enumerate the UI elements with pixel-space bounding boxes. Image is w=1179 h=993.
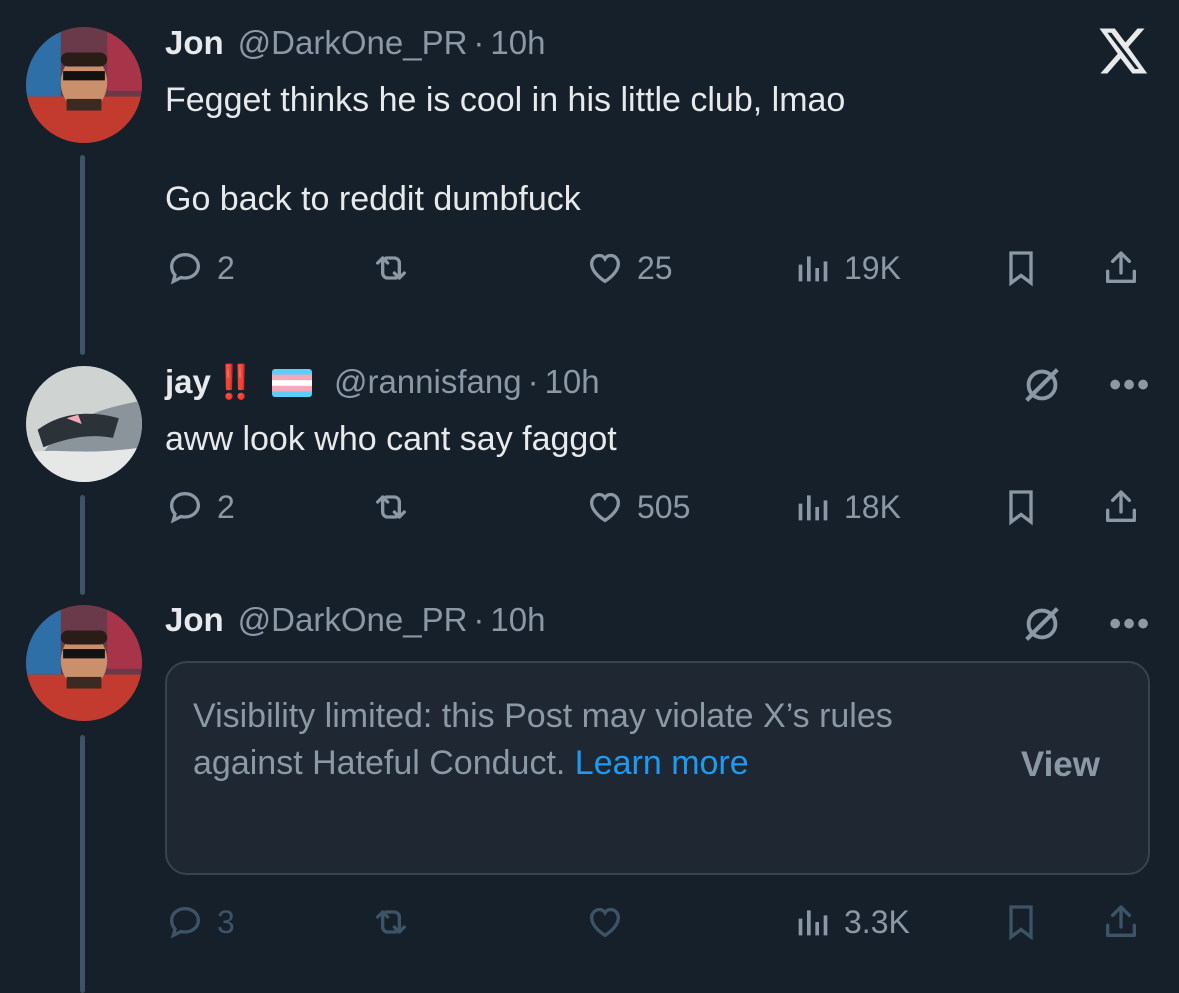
share-button[interactable] bbox=[1101, 487, 1141, 527]
views-count: 19K bbox=[844, 249, 901, 286]
bookmark-icon bbox=[1009, 251, 1033, 287]
post-header: jay ‼️ @rannisfang · 10h bbox=[165, 363, 600, 402]
separator-dot: · bbox=[473, 24, 485, 61]
reply-button[interactable]: 2 bbox=[165, 248, 235, 288]
repost-icon bbox=[376, 256, 406, 280]
more-icon[interactable]: ••• bbox=[1109, 366, 1151, 405]
post-time[interactable]: 10h bbox=[545, 363, 600, 401]
like-button[interactable]: 505 bbox=[585, 487, 690, 527]
author-name[interactable]: jay bbox=[165, 363, 211, 401]
reply-count: 2 bbox=[217, 488, 235, 525]
learn-more-link[interactable]: Learn more bbox=[575, 744, 749, 782]
visibility-notice: Visibility limited: this Post may violat… bbox=[165, 661, 1150, 875]
views-button[interactable]: 19K bbox=[792, 248, 901, 288]
author-handle[interactable]: @rannisfang bbox=[334, 363, 522, 401]
view-button[interactable]: View bbox=[1021, 745, 1100, 785]
views-button[interactable]: 18K bbox=[792, 487, 901, 527]
heart-icon bbox=[589, 253, 621, 284]
views-count: 3.3K bbox=[844, 903, 910, 940]
author-handle[interactable]: @DarkOne_PR bbox=[238, 601, 468, 639]
post-actions: 2 505 18K bbox=[165, 487, 1150, 537]
like-button[interactable]: 25 bbox=[585, 248, 673, 288]
grok-icon[interactable] bbox=[1019, 362, 1065, 408]
bookmark-button[interactable] bbox=[1001, 248, 1041, 288]
repost-button[interactable] bbox=[371, 902, 411, 942]
repost-button[interactable] bbox=[371, 487, 411, 527]
thread-line bbox=[80, 495, 85, 595]
more-icon[interactable]: ••• bbox=[1109, 605, 1151, 644]
author-handle[interactable]: @DarkOne_PR bbox=[238, 24, 468, 62]
post-time[interactable]: 10h bbox=[490, 601, 545, 639]
repost-icon bbox=[376, 910, 406, 934]
post-menu: ••• bbox=[1019, 601, 1151, 647]
views-icon bbox=[798, 256, 828, 282]
reply-icon bbox=[169, 906, 201, 939]
bookmark-button[interactable] bbox=[1001, 902, 1041, 942]
name-emoji: ‼️ bbox=[214, 363, 256, 400]
separator-dot: · bbox=[473, 601, 485, 638]
reply-button[interactable]: 2 bbox=[165, 487, 235, 527]
share-button[interactable] bbox=[1101, 902, 1141, 942]
post-actions: 3 3.3K bbox=[165, 902, 1150, 952]
heart-icon bbox=[589, 907, 621, 938]
repost-button[interactable] bbox=[371, 248, 411, 288]
post-header: Jon @DarkOne_PR · 10h bbox=[165, 24, 545, 62]
avatar[interactable] bbox=[26, 366, 142, 482]
thread-line bbox=[80, 735, 85, 993]
post-actions: 2 25 19K bbox=[165, 248, 1150, 298]
share-button[interactable] bbox=[1101, 248, 1141, 288]
views-icon bbox=[798, 910, 828, 936]
reply-icon bbox=[169, 491, 201, 524]
heart-icon bbox=[589, 492, 621, 523]
like-button[interactable] bbox=[585, 902, 625, 942]
notice-text: Visibility limited: this Post may violat… bbox=[193, 693, 913, 787]
thread-line bbox=[80, 155, 85, 355]
bookmark-icon bbox=[1009, 905, 1033, 941]
post-time[interactable]: 10h bbox=[490, 24, 545, 62]
bookmark-icon bbox=[1009, 490, 1033, 526]
share-icon bbox=[1106, 251, 1136, 283]
repost-icon bbox=[376, 495, 406, 519]
reply-icon bbox=[169, 252, 201, 285]
post-text: Fegget thinks he is cool in his little c… bbox=[165, 76, 845, 225]
author-name[interactable]: Jon bbox=[165, 601, 224, 639]
post-header: Jon @DarkOne_PR · 10h bbox=[165, 601, 545, 639]
share-icon bbox=[1106, 905, 1136, 937]
post-menu: ••• bbox=[1019, 362, 1151, 408]
author-name[interactable]: Jon bbox=[165, 24, 224, 62]
notice-message: Visibility limited: this Post may violat… bbox=[193, 697, 893, 782]
reply-button[interactable]: 3 bbox=[165, 902, 235, 942]
views-button[interactable]: 3.3K bbox=[792, 902, 910, 942]
views-count: 18K bbox=[844, 488, 901, 525]
avatar[interactable] bbox=[26, 605, 142, 721]
like-count: 505 bbox=[637, 488, 691, 525]
views-icon bbox=[798, 495, 828, 521]
x-logo-icon[interactable] bbox=[1095, 24, 1149, 78]
post-text: aww look who cant say faggot bbox=[165, 415, 617, 464]
post-text-line: Go back to reddit dumbfuck bbox=[165, 180, 581, 219]
share-icon bbox=[1106, 490, 1136, 522]
reply-count: 2 bbox=[217, 249, 235, 286]
separator-dot: · bbox=[527, 363, 539, 400]
bookmark-button[interactable] bbox=[1001, 487, 1041, 527]
trans-flag-icon bbox=[271, 368, 312, 397]
reply-count: 3 bbox=[217, 903, 235, 940]
like-count: 25 bbox=[637, 249, 673, 286]
post-text-line: Fegget thinks he is cool in his little c… bbox=[165, 81, 846, 119]
avatar[interactable] bbox=[26, 27, 142, 143]
post-text-line: aww look who cant say faggot bbox=[165, 420, 617, 458]
grok-icon[interactable] bbox=[1019, 601, 1065, 647]
